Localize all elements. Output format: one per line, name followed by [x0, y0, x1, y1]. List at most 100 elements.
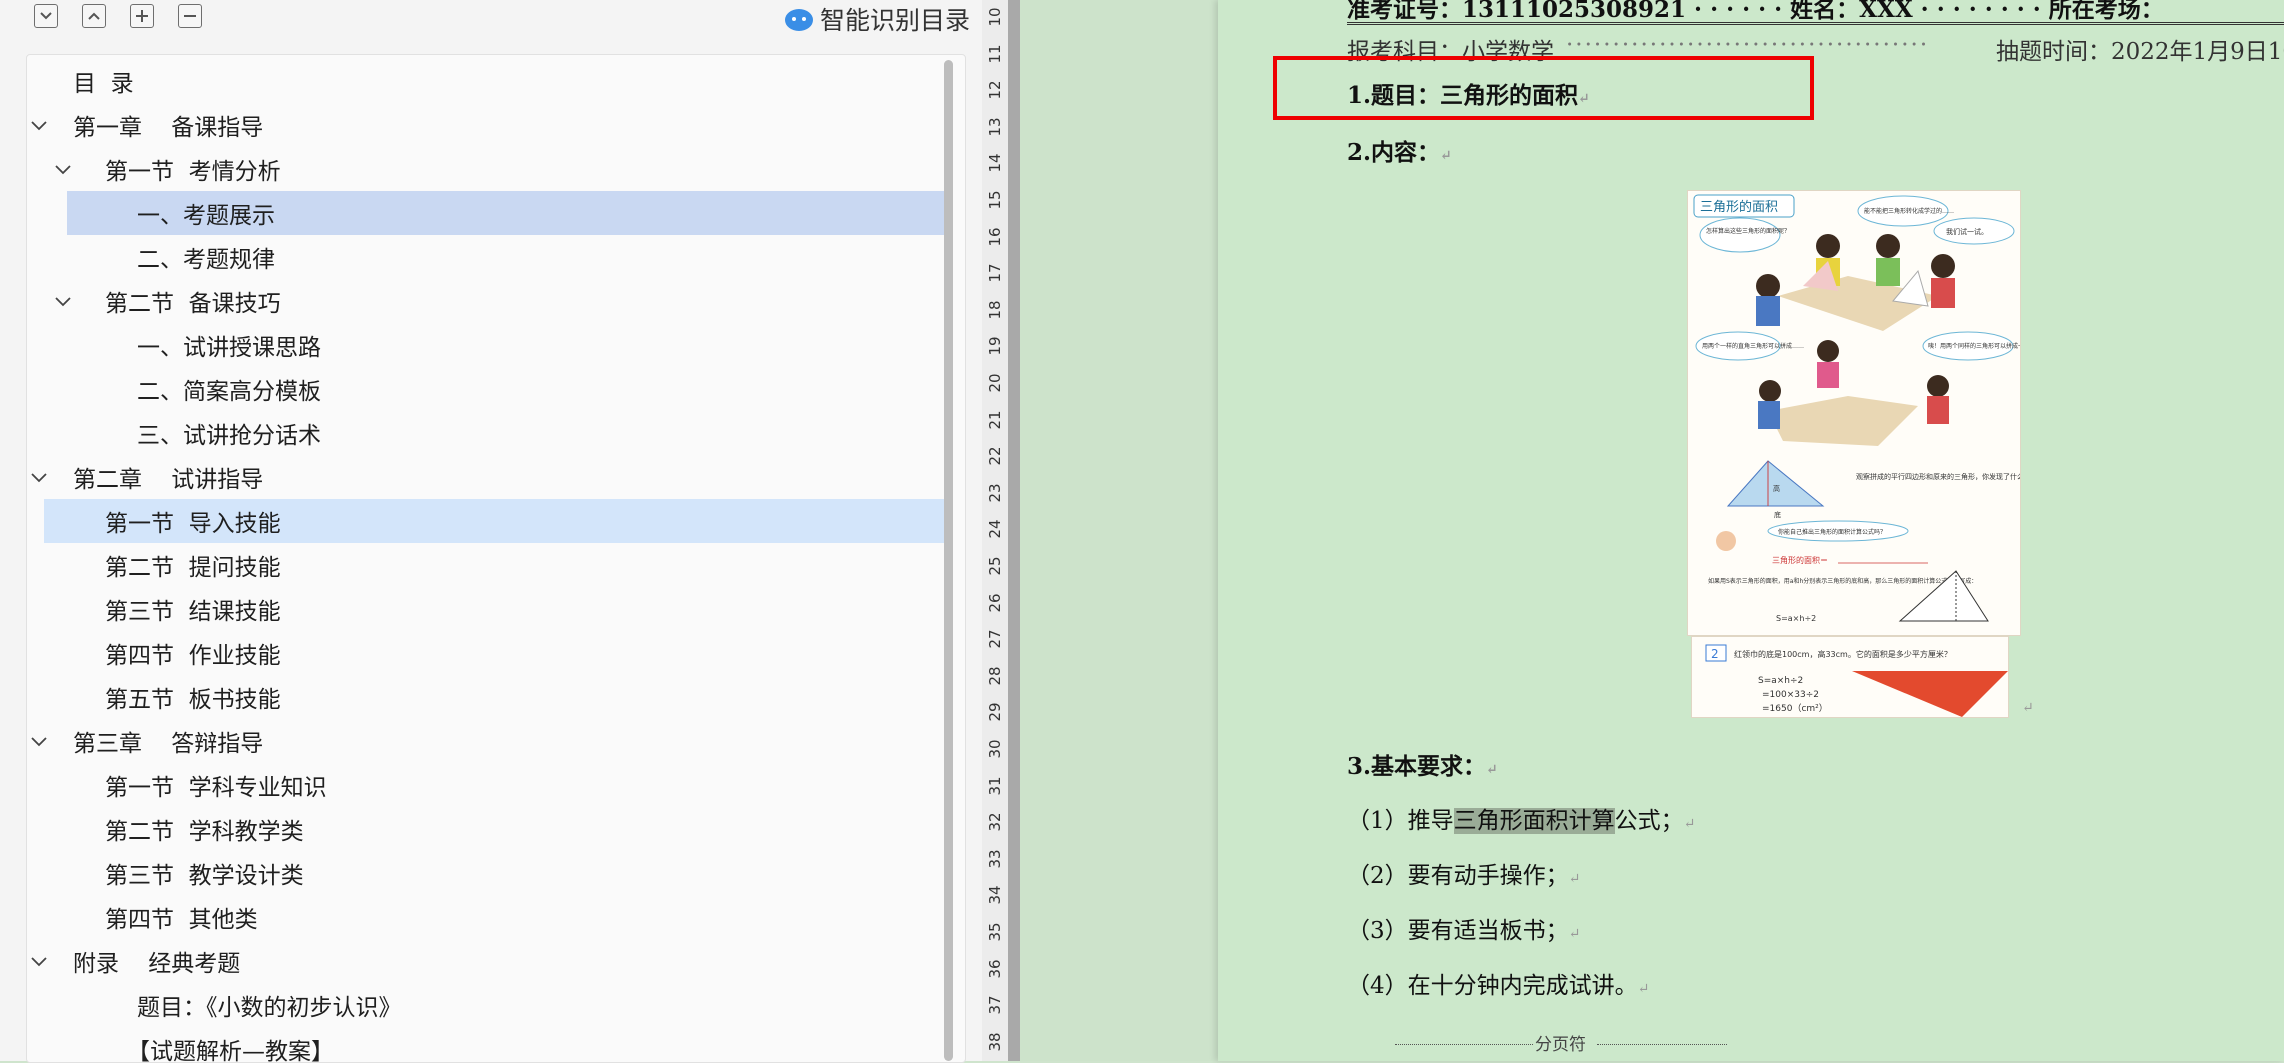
toc-item[interactable]: 第三节 结课技能	[27, 587, 945, 631]
toc-item[interactable]: 第三节 教学设计类	[27, 851, 945, 895]
illus-label-height: 高	[1773, 484, 1780, 493]
ruler-scale: 10 11 12 13 14 15 16 17 18 19 20 21 22 23 24 25 26 27 28 29…	[982, 0, 1008, 1061]
requirement-1-prefix: （1）推导	[1347, 808, 1454, 834]
toc-item[interactable]: 目 录	[27, 59, 945, 103]
illus-bubble-2: 我们试一试。	[1946, 227, 1988, 236]
textbook-example[interactable]: 2 红领巾的底是100cm，高33cm。它的面积是多少平方厘米？ S=a×h÷2…	[1691, 636, 2009, 718]
draw-time: 抽题时间：2022年1月9日10	[1996, 39, 2284, 65]
toc-item[interactable]: 一、试讲授课思路	[27, 323, 945, 367]
ruler-number: 30	[986, 739, 1004, 759]
ruler-number: 10	[986, 7, 1004, 27]
chevron-down-icon[interactable]	[51, 157, 75, 181]
toc-item-label: 第二节 提问技能	[105, 555, 281, 581]
ruler-number: 13	[986, 117, 1004, 137]
ruler-number: 32	[986, 812, 1004, 832]
toc-item[interactable]: 题目：《小数的初步认识》	[27, 983, 945, 1027]
ruler-number: 24	[986, 519, 1004, 539]
toc-item-label: 第二节 备课技巧	[105, 291, 281, 317]
toc-item[interactable]: 第二节 提问技能	[27, 543, 945, 587]
toc-item[interactable]: 第一节 导入技能	[44, 499, 945, 543]
ruler-number: 14	[986, 153, 1004, 173]
toc-item-label: 二、考题规律	[137, 247, 275, 273]
toc-item[interactable]: 第二节 备课技巧	[27, 279, 945, 323]
toc-item-label: 一、试讲授课思路	[137, 335, 321, 361]
toc-item[interactable]: 第四节 其他类	[27, 895, 945, 939]
cloud-icon	[784, 9, 813, 31]
toc-item[interactable]: 第三章 答辩指导	[27, 719, 945, 763]
textbook-illustration[interactable]: 三角形的面积 怎样算出这些三角形的面积呢？ 我们试一试。 能不能把三角形转化成学…	[1687, 190, 2021, 636]
header-rule	[1347, 22, 2284, 25]
ruler-number: 33	[986, 849, 1004, 869]
ruler-number: 31	[986, 776, 1004, 796]
toc-item[interactable]: 一、考题展示	[67, 191, 945, 235]
toc-item[interactable]: 二、简案高分模板	[27, 367, 945, 411]
toc-item[interactable]: 二、考题规律	[27, 235, 945, 279]
ruler-number: 15	[986, 190, 1004, 210]
requirement-4-text: （4）在十分钟内完成试讲。	[1347, 973, 1638, 999]
toc-item-label: 第五节 板书技能	[105, 687, 281, 713]
toc-item[interactable]: 第二章 试讲指导	[27, 455, 945, 499]
selected-text[interactable]: 三角形面积计算	[1453, 808, 1615, 834]
dot-leader: ·······································	[1566, 32, 1930, 58]
toc-item[interactable]: 三、试讲抢分话术	[27, 411, 945, 455]
page-break-line-right	[1597, 1044, 1727, 1045]
toc-item[interactable]: 第二节 学科教学类	[27, 807, 945, 851]
ruler-number: 27	[986, 629, 1004, 649]
chevron-down-icon[interactable]	[27, 729, 51, 753]
requirement-3: （3）要有适当板书；↵	[1347, 911, 1580, 945]
plus-icon	[136, 10, 148, 22]
illus-label-base: 底	[1774, 510, 1781, 519]
toc-item[interactable]: 【试题解析—教案】	[27, 1027, 945, 1062]
example-text: 红领巾的底是100cm，高33cm。它的面积是多少平方厘米？	[1734, 649, 1952, 659]
illus-bubble-3: 能不能把三角形转化成学过的……	[1864, 207, 1954, 215]
toc-item[interactable]: 第五节 板书技能	[27, 675, 945, 719]
paragraph-mark: ↵	[1568, 926, 1581, 942]
illus-speech: 你能自己推出三角形的面积计算公式吗？	[1778, 528, 1886, 536]
toc-scrollbar[interactable]	[944, 60, 953, 1061]
toc-item[interactable]: 第一章 备课指导	[27, 103, 945, 147]
ruler-number: 19	[986, 336, 1004, 356]
expand-all-button[interactable]	[82, 4, 106, 28]
toc-item-label: 第一节 考情分析	[105, 159, 281, 185]
chevron-down-icon[interactable]	[27, 949, 51, 973]
example-line-3: =1650（cm²）	[1762, 703, 1828, 714]
add-item-button[interactable]	[130, 4, 154, 28]
ruler-number: 34	[986, 885, 1004, 905]
illus-caption: 观察拼成的平行四边形和原来的三角形，你发现了什么？	[1856, 472, 2020, 481]
paragraph-mark: ↵	[1637, 981, 1650, 997]
remove-item-button[interactable]	[178, 4, 202, 28]
toc-item-label: 目 录	[73, 71, 134, 97]
chevron-down-icon	[40, 12, 52, 20]
chevron-down-icon[interactable]	[27, 465, 51, 489]
requirement-1: （1）推导三角形面积计算公式；↵	[1347, 801, 1695, 835]
toc-item-label: 第四节 其他类	[105, 907, 258, 933]
chevron-down-icon[interactable]	[27, 113, 51, 137]
ruler-number: 22	[986, 446, 1004, 466]
requirement-3-text: （3）要有适当板书；	[1347, 918, 1569, 944]
ruler-number: 26	[986, 593, 1004, 613]
chevron-down-icon[interactable]	[51, 289, 75, 313]
illus-formula: S=a×h÷2	[1776, 614, 1816, 623]
exam-id-line: 准考证号：13111025308921 · · · · · · 姓名：XXX ·…	[1347, 0, 2164, 23]
toc-item-label: 题目：《小数的初步认识》	[137, 995, 402, 1021]
requirement-4: （4）在十分钟内完成试讲。↵	[1347, 966, 1649, 1000]
paragraph-mark: ↵	[2022, 700, 2034, 716]
ruler-number: 12	[986, 80, 1004, 100]
content-heading-text: 2.内容：	[1347, 139, 1441, 166]
toc-item-label: 第二章 试讲指导	[73, 467, 264, 493]
illus-title: 三角形的面积	[1700, 199, 1778, 215]
toc-item[interactable]: 附录 经典考题	[27, 939, 945, 983]
vertical-ruler: 10 11 12 13 14 15 16 17 18 19 20 21 22 23 24 25 26 27 28 29…	[982, 0, 1020, 1061]
illus-formula-title: 三角形的面积＝	[1772, 555, 1828, 565]
ruler-number: 11	[986, 44, 1004, 64]
toc-item[interactable]: 第四节 作业技能	[27, 631, 945, 675]
toc-item[interactable]: 第一节 考情分析	[27, 147, 945, 191]
toc-item-label: 第一章 备课指导	[73, 115, 264, 141]
ruler-number: 35	[986, 922, 1004, 942]
smart-toc-button[interactable]: 智能识别目录	[784, 2, 970, 36]
paragraph-mark: ↵	[1486, 762, 1498, 778]
ruler-number: 37	[986, 995, 1004, 1015]
toc-item[interactable]: 第一节 学科专业知识	[27, 763, 945, 807]
ruler-number: 16	[986, 227, 1004, 247]
collapse-all-button[interactable]	[34, 4, 58, 28]
